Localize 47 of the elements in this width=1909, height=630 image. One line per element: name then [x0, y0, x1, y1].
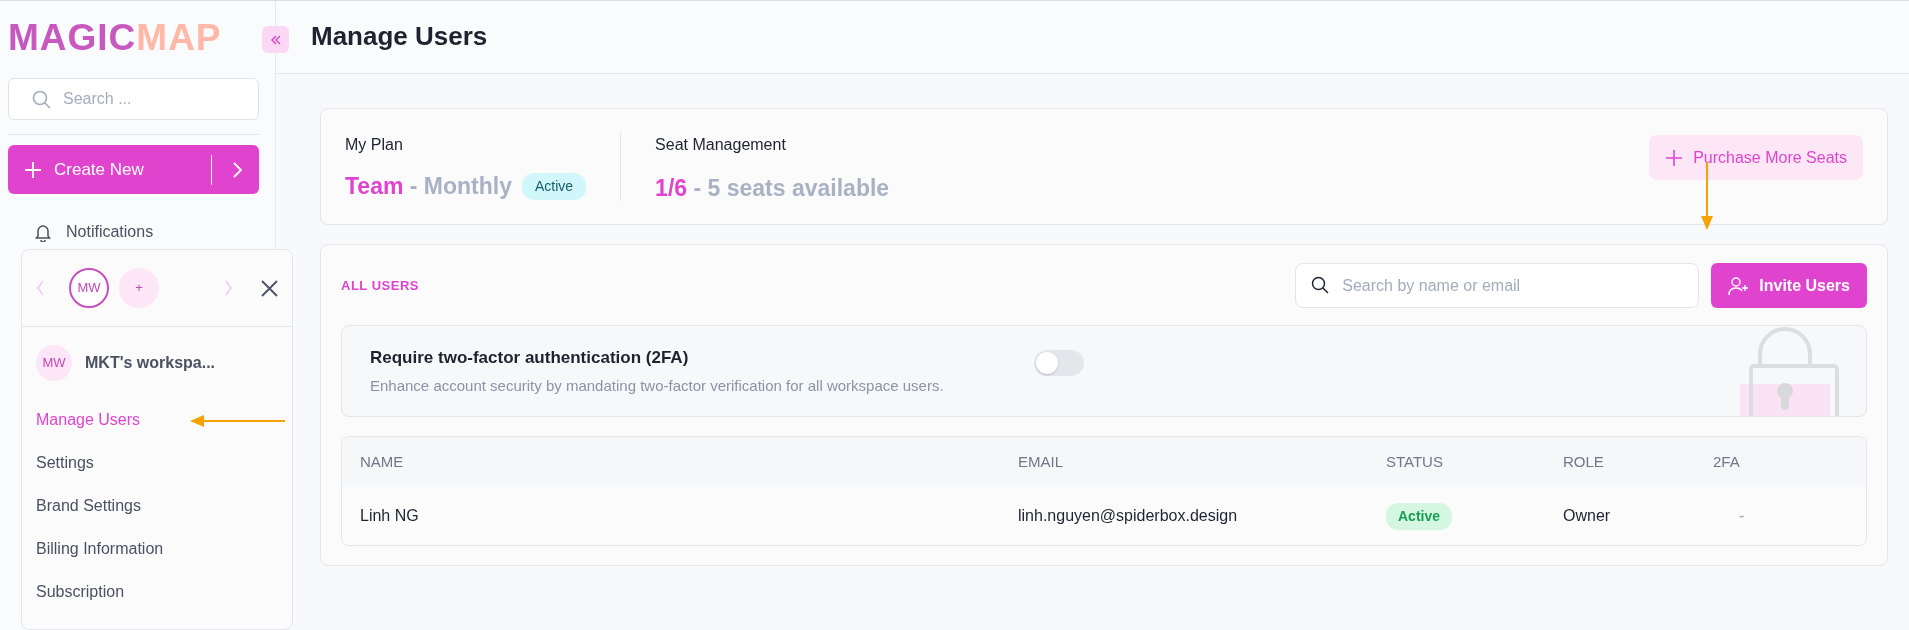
collapse-button[interactable] [262, 26, 289, 53]
plan-name: Team - Monthly [345, 172, 512, 201]
column-header: 2FA [1713, 451, 1741, 472]
bell-icon [34, 222, 52, 242]
table-cell-text: Linh NG [360, 506, 420, 526]
status-badge: Active [522, 172, 587, 200]
seat-label: Seat Management [655, 135, 787, 155]
table-cell: - [1739, 507, 1745, 524]
workspace-name: MKT's workspa... [85, 353, 216, 373]
purchase-seats-button[interactable]: Purchase More Seats [1649, 135, 1863, 180]
logo: MAGICMAP [8, 19, 223, 56]
workspace-avatar[interactable]: MW [69, 268, 109, 308]
column-header: EMAIL [1018, 451, 1064, 472]
two-factor-title: Require two-factor authentication (2FA) [370, 346, 690, 369]
search-field[interactable]: Search ... [8, 78, 259, 120]
status-badge: Active [1386, 502, 1453, 530]
two-factor-toggle[interactable] [1033, 350, 1084, 376]
nav-item[interactable]: Notifications [8, 194, 259, 244]
menu-item[interactable]: Brand Settings [22, 485, 155, 528]
column-header: ROLE [1563, 451, 1605, 472]
collapse-icon [269, 33, 282, 46]
chevron-left-icon [36, 280, 45, 296]
create-new-button[interactable]: Create New [8, 145, 259, 194]
chevron-right-icon [232, 160, 243, 179]
section-heading: ALL USERS [341, 276, 419, 295]
menu-item[interactable]: Billing Information [22, 528, 178, 571]
workspace-avatar: MW [36, 345, 72, 381]
close-icon [261, 280, 278, 298]
column-header: STATUS [1386, 451, 1444, 472]
user-search-field[interactable]: Search by name or email [1295, 263, 1700, 308]
table-cell-text: linh.nguyen@spiderbox.design [1018, 506, 1239, 526]
invite-users-button[interactable]: Invite Users [1711, 263, 1867, 308]
page-title: Manage Users [311, 21, 488, 53]
plus-icon [24, 160, 42, 179]
workspace-avatar[interactable]: + [119, 268, 159, 308]
table-cell-text: Owner [1563, 506, 1612, 526]
annotation-arrow [1701, 162, 1713, 230]
plus-icon [1665, 148, 1684, 167]
two-factor-description: Enhance account security by mandating two-factor verification for all workspace users. [370, 376, 944, 396]
menu-item[interactable]: Settings [22, 442, 108, 485]
menu-item[interactable]: Subscription [22, 571, 139, 614]
menu-item[interactable]: Manage Users [22, 399, 155, 442]
add-user-icon [1728, 275, 1750, 296]
column-header: NAME [360, 451, 405, 472]
seat-count: 1/6 - 5 seats available [655, 174, 890, 203]
plan-label: My Plan [345, 135, 404, 155]
chevron-right-icon [224, 280, 233, 296]
